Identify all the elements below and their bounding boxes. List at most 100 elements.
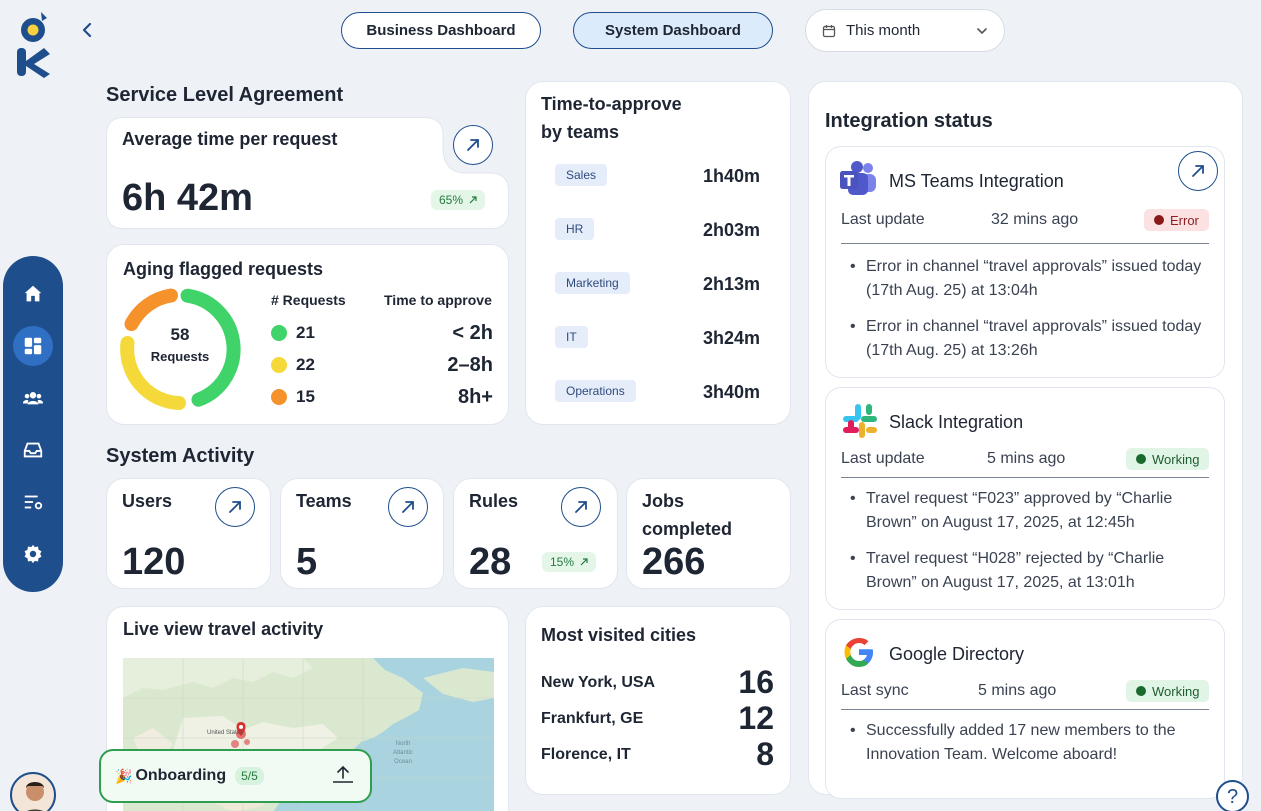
team-time: 3h24m <box>702 328 760 348</box>
map-label-ocean: North Atlantic Ocean <box>393 741 413 765</box>
aging-title: Aging flagged requests <box>123 259 324 279</box>
integration-card-google: Google Directory Last sync 5 mins ago Wo… <box>825 619 1225 799</box>
team-tag: IT <box>555 326 588 348</box>
integration-ago: 5 mins ago <box>978 682 1057 699</box>
arrow-up-right-icon <box>575 501 587 513</box>
users-icon <box>22 392 44 405</box>
jobs-value: 266 <box>642 541 706 583</box>
sidebar-item-inbox[interactable] <box>13 430 53 470</box>
sla-title: Service Level Agreement <box>106 84 344 106</box>
avg-time-value: 6h 42m <box>122 177 253 219</box>
period-select[interactable]: This month <box>805 9 1005 52</box>
integration-meta-label: Last update <box>841 450 925 467</box>
city-count: 16 <box>738 664 774 700</box>
sidebar-item-rules[interactable] <box>13 482 53 522</box>
status-dot <box>271 357 287 373</box>
team-time: 3h40m <box>702 382 760 402</box>
onboarding-widget[interactable]: 🎉 Onboarding 5/5 <box>99 749 372 803</box>
rules-settings-icon <box>24 495 43 510</box>
sidebar-item-home[interactable] <box>13 274 53 314</box>
divider <box>841 709 1209 710</box>
city-row: Frankfurt, GE 12 <box>541 700 774 737</box>
teams-open-button[interactable] <box>388 487 428 527</box>
sidebar-item-users[interactable] <box>13 378 53 418</box>
app-logo[interactable] <box>14 8 54 78</box>
jobs-card: Jobs completed 266 <box>626 478 791 589</box>
rules-badge: 15% <box>542 552 597 572</box>
avg-time-label: Average time per request <box>122 129 338 149</box>
onboarding-progress: 5/5 <box>235 767 264 785</box>
divider <box>841 477 1209 478</box>
teams-label: Teams <box>296 491 352 511</box>
approve-title-line1: Time-to-approve <box>541 94 682 114</box>
col-time-header: Time to approve <box>384 292 492 308</box>
team-time: 2h03m <box>702 220 760 240</box>
tab-system-dashboard[interactable]: System Dashboard <box>573 12 773 49</box>
upload-icon[interactable] <box>332 764 354 789</box>
city-name: New York, USA <box>541 673 656 691</box>
status-dot <box>271 389 287 405</box>
dashboard-icon <box>24 337 42 355</box>
status-dot <box>1136 454 1146 464</box>
integration-meta-label: Last sync <box>841 682 909 699</box>
aging-row: 15 8h+ <box>271 385 493 409</box>
team-row: Operations 3h40m <box>555 380 760 404</box>
team-tag: HR <box>555 218 595 240</box>
arrow-up-right-icon <box>1192 165 1204 177</box>
users-open-button[interactable] <box>215 487 255 527</box>
live-view-title: Live view travel activity <box>123 619 324 639</box>
activity-title: System Activity <box>106 445 255 467</box>
team-tag: Operations <box>555 380 636 402</box>
aging-row: 22 2–8h <box>271 353 493 377</box>
avg-time-open-button[interactable] <box>453 125 493 165</box>
teams-value: 5 <box>296 541 318 583</box>
team-row: Marketing 2h13m <box>555 272 760 296</box>
ms-teams-logo-icon <box>840 161 876 195</box>
rules-open-button[interactable] <box>561 487 601 527</box>
cities-title: Most visited cities <box>541 625 697 645</box>
team-time: 2h13m <box>702 274 760 294</box>
team-row: IT 3h24m <box>555 326 760 350</box>
users-label: Users <box>122 491 173 511</box>
integration-card-slack: Slack Integration Last update 5 mins ago… <box>825 387 1225 610</box>
city-count: 8 <box>756 736 774 772</box>
sidebar-item-settings[interactable] <box>13 534 53 574</box>
calendar-icon <box>822 24 836 37</box>
integration-message: Travel request “F023” approved by “Charl… <box>850 487 1210 535</box>
status-badge: Working <box>1126 448 1210 470</box>
time-to-approve-card: Time-to-approve by teams <box>525 81 791 425</box>
team-tag: Marketing <box>555 272 630 294</box>
back-button[interactable] <box>80 22 96 40</box>
google-logo-icon <box>844 638 873 667</box>
ms-teams-open-button[interactable] <box>1178 151 1218 191</box>
city-name: Frankfurt, GE <box>541 709 644 727</box>
inbox-icon <box>23 442 43 458</box>
tab-business-dashboard[interactable]: Business Dashboard <box>341 12 541 49</box>
aging-requests-card: Aging flagged requests 58 Requests # Req… <box>106 244 509 425</box>
city-row: New York, USA 16 <box>541 664 774 701</box>
aging-row: 21 < 2h <box>271 321 493 345</box>
sidebar <box>3 256 63 592</box>
integration-title: Integration status <box>825 110 993 132</box>
team-time: 1h40m <box>702 166 760 186</box>
city-row: Florence, IT 8 <box>541 736 774 773</box>
status-dot <box>271 325 287 341</box>
help-button[interactable]: ? <box>1216 780 1249 811</box>
onboarding-label: Onboarding <box>135 767 227 784</box>
team-row: HR 2h03m <box>555 218 760 242</box>
integration-ago: 32 mins ago <box>991 211 1079 228</box>
arrow-up-right-icon <box>469 196 477 204</box>
integration-card-ms-teams: MS Teams Integration Last update 32 mins… <box>825 146 1225 378</box>
arrow-up-right-icon <box>467 139 479 151</box>
team-row: Sales 1h40m <box>555 164 760 188</box>
sidebar-item-dashboard[interactable] <box>13 326 53 366</box>
period-label: This month <box>846 22 921 39</box>
jobs-label-line2: completed <box>642 519 733 539</box>
approve-title-line2: by teams <box>541 122 620 142</box>
integration-message: Successfully added 17 new members to the… <box>850 719 1210 767</box>
users-value: 120 <box>122 541 186 583</box>
avatar[interactable] <box>10 772 56 811</box>
donut-label: Requests <box>150 349 210 364</box>
status-badge: Error <box>1144 209 1209 231</box>
integration-message: Travel request “H028” rejected by “Charl… <box>850 547 1210 595</box>
